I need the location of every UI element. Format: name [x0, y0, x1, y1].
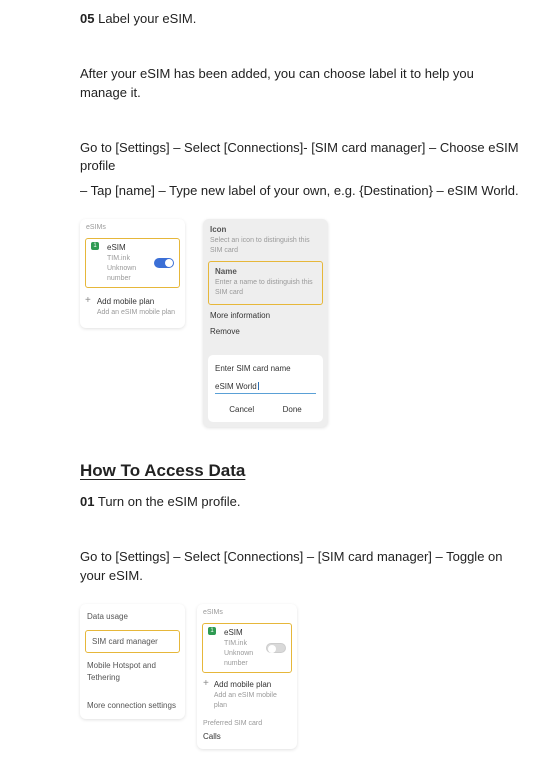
esim-row-highlighted-2: 1 eSIM TIM.ink Unknown number: [202, 623, 292, 673]
add-mobile-plan-row: + Add mobile plan Add an eSIM mobile pla…: [80, 288, 185, 328]
para-goto-1: Go to [Settings] – Select [Connections]-…: [80, 139, 519, 177]
screenshot-row-2: Data usage SIM card manager Mobile Hotsp…: [80, 604, 519, 749]
step-01-text: Turn on the eSIM profile.: [98, 494, 241, 509]
rename-dialog: Enter SIM card name eSIM World Cancel Do…: [208, 355, 323, 422]
sim-manager-card-2: eSIMs 1 eSIM TIM.ink Unknown number + Ad…: [197, 604, 297, 749]
add-mobile-plan-row-2: + Add mobile plan Add an eSIM mobile pla…: [197, 673, 297, 715]
done-button: Done: [283, 404, 302, 416]
icon-label: Icon: [210, 224, 321, 236]
row-more-connection: More connection settings: [80, 690, 185, 719]
esim-row-highlighted: 1 eSIM TIM.ink Unknown number: [85, 238, 180, 288]
para-tap-name: – Tap [name] – Type new label of your ow…: [80, 182, 519, 201]
section-esims: eSIMs: [80, 219, 185, 235]
esim-title: eSIM: [107, 242, 154, 254]
step-01-num: 01: [80, 494, 94, 509]
text-cursor: [258, 382, 259, 390]
enter-name-label: Enter SIM card name: [215, 363, 316, 375]
plus-icon-2: +: [203, 679, 209, 689]
sim-number-badge-2: 1: [208, 627, 216, 635]
section-preferred: Preferred SIM card: [197, 715, 297, 731]
add-plan-title-2: Add mobile plan: [214, 679, 291, 691]
sim-name-input: eSIM World: [215, 379, 316, 395]
row-data-usage: Data usage: [80, 604, 185, 630]
cancel-button: Cancel: [229, 404, 254, 416]
esim-sub1: TIM.ink: [107, 254, 154, 264]
row-calls: Calls: [197, 731, 297, 749]
esim-toggle-off: [266, 643, 286, 653]
para-goto-2: Go to [Settings] – Select [Connections] …: [80, 548, 519, 586]
plus-icon: +: [85, 296, 91, 306]
icon-sub: Select an icon to distinguish this SIM c…: [210, 236, 321, 256]
esim-detail-card: Icon Select an icon to distinguish this …: [203, 219, 328, 427]
remove-row: Remove: [203, 326, 328, 343]
esim-toggle-on: [154, 258, 174, 268]
step-01: 01 Turn on the eSIM profile.: [80, 493, 519, 512]
esim-sub1-2: TIM.ink: [224, 639, 266, 649]
esim-title-2: eSIM: [224, 627, 266, 639]
sim-name-value: eSIM World: [215, 382, 257, 391]
heading-how-to-access-data: How To Access Data: [80, 459, 519, 484]
row-hotspot: Mobile Hotspot and Tethering: [80, 653, 185, 690]
add-plan-sub-2: Add an eSIM mobile plan: [214, 691, 291, 711]
section-esims-2: eSIMs: [197, 604, 297, 620]
name-sub: Enter a name to distinguish this SIM car…: [215, 278, 316, 298]
step-05-text: Label your eSIM.: [98, 11, 196, 26]
esim-sub2-2: Unknown number: [224, 649, 266, 669]
sim-number-badge: 1: [91, 242, 99, 250]
para-after-added: After your eSIM has been added, you can …: [80, 65, 519, 103]
add-plan-sub: Add an eSIM mobile plan: [97, 308, 175, 318]
screenshot-row-1: eSIMs 1 eSIM TIM.ink Unknown number + Ad…: [80, 219, 519, 427]
connections-card: Data usage SIM card manager Mobile Hotsp…: [80, 604, 185, 719]
add-plan-title: Add mobile plan: [97, 296, 175, 308]
step-05-num: 05: [80, 11, 94, 26]
more-information: More information: [203, 305, 328, 327]
name-label: Name: [215, 266, 316, 278]
step-05: 05 Label your eSIM.: [80, 10, 519, 29]
sim-manager-card: eSIMs 1 eSIM TIM.ink Unknown number + Ad…: [80, 219, 185, 328]
esim-sub2: Unknown number: [107, 264, 154, 284]
row-sim-card-manager: SIM card manager: [85, 630, 180, 654]
